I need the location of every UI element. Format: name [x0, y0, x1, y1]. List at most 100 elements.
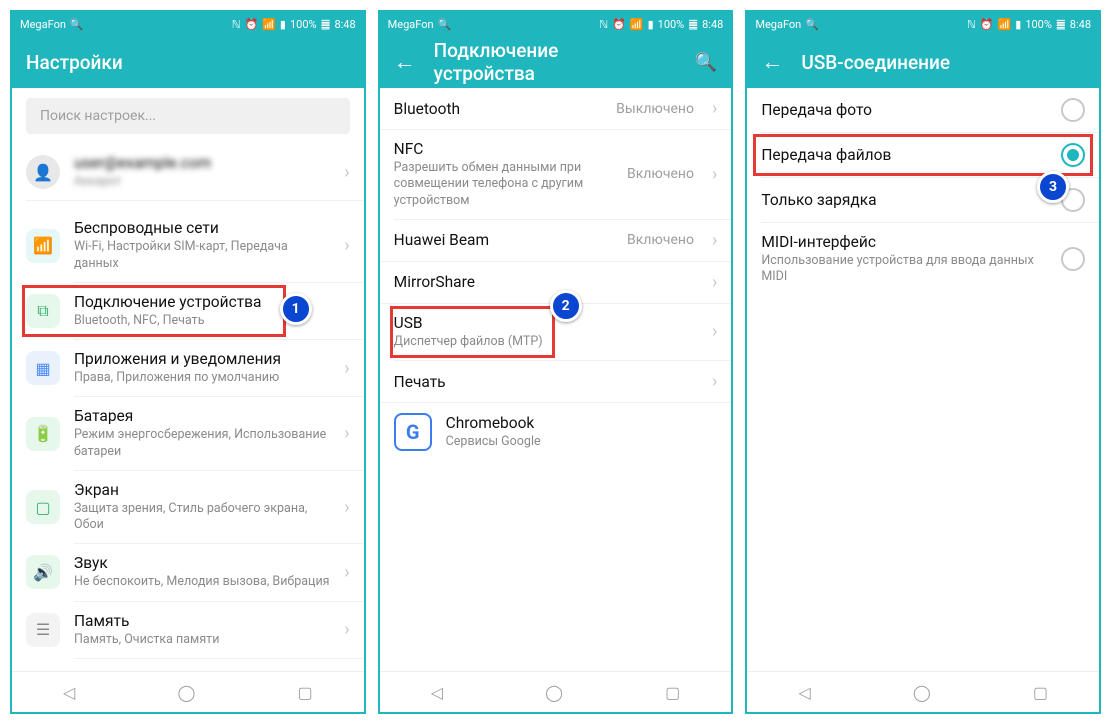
nav-recent-icon[interactable]: ▢ [1033, 683, 1048, 702]
chevron-right-icon: › [712, 164, 717, 185]
settings-item-apps[interactable]: ▦ Приложения и уведомления Права, Прилож… [12, 340, 364, 396]
back-icon[interactable]: ← [394, 49, 416, 75]
battery-label: 100% [658, 18, 685, 31]
item-title: Экран [74, 481, 330, 499]
chevron-right-icon: › [712, 371, 717, 392]
device-icon: ⧉ [26, 294, 60, 328]
callout-1: 1 [280, 293, 312, 325]
signal-icon: ▮ [280, 18, 286, 31]
nav-home-icon[interactable]: ◯ [913, 683, 931, 702]
settings-item-security[interactable]: 🛡 Безопасность и конфиденциальность Датч… [12, 659, 364, 671]
item-title: USB [394, 314, 698, 332]
nav-home-icon[interactable]: ◯ [545, 683, 563, 702]
settings-item-wireless[interactable]: 📶 Беспроводные сети Wi-Fi, Настройки SIM… [12, 209, 364, 282]
item-sub: Права, Приложения по умолчанию [74, 370, 330, 386]
row-huawei-beam[interactable]: Huawei Beam Включено › [380, 220, 732, 261]
search-input[interactable]: Поиск настроек... [26, 98, 350, 134]
clock-label: 8:48 [334, 18, 355, 31]
battery-icon: ䷀ [688, 18, 698, 31]
item-title: Безопасность и конфиденциальность [74, 669, 330, 671]
radio-icon[interactable] [1061, 98, 1085, 122]
page-title: Настройки [26, 51, 123, 74]
carrier-label: MegaFon [388, 18, 434, 31]
settings-item-battery[interactable]: 🔋 Батарея Режим энергосбережения, Исполь… [12, 397, 364, 470]
usb-options: Передача фото Передача файлов 3 Только з… [747, 88, 1099, 671]
chevron-right-icon: › [344, 162, 349, 183]
settings-item-display[interactable]: ▢ Экран Защита зрения, Стиль рабочего эк… [12, 471, 364, 544]
battery-icon: ䷀ [321, 18, 331, 31]
wifi-icon: 📶 [998, 18, 1012, 31]
wifi-icon: 📶 [26, 229, 60, 263]
settings-item-sound[interactable]: 🔊 Звук Не беспокоить, Мелодия вызова, Ви… [12, 544, 364, 600]
battery-label: 100% [1025, 18, 1052, 31]
option-photo-transfer[interactable]: Передача фото [747, 88, 1099, 132]
chevron-right-icon: › [712, 321, 717, 342]
search-icon: 🔍 [70, 18, 84, 31]
battery-icon: ䷀ [1056, 18, 1066, 31]
nav-recent-icon[interactable]: ▢ [297, 683, 312, 702]
connection-list: Bluetooth Выключено › NFC Разрешить обме… [380, 88, 732, 671]
alarm-icon: ⏰ [980, 18, 994, 31]
screen-usb-connection: MegaFon🔍 ℕ⏰📶▮100%䷀8:48 ← USB-соединение … [745, 10, 1101, 714]
option-midi[interactable]: MIDI-интерфейс Использование устройства … [747, 223, 1099, 296]
nav-home-icon[interactable]: ◯ [177, 683, 195, 702]
app-bar: ← Подключение устройства 🔍 [380, 36, 732, 88]
radio-icon-selected[interactable] [1061, 143, 1085, 167]
item-sub: Разрешить обмен данными при совмещении т… [394, 160, 613, 209]
nav-recent-icon[interactable]: ▢ [665, 683, 680, 702]
avatar-icon: 👤 [26, 155, 60, 189]
nfc-icon: ℕ [967, 18, 976, 31]
chevron-right-icon: › [344, 423, 349, 444]
profile-row[interactable]: 👤 user@example.com Аккаунт › [12, 144, 364, 200]
profile-sub: Аккаунт [74, 174, 330, 190]
chevron-right-icon: › [344, 562, 349, 583]
row-print[interactable]: Печать › [380, 361, 732, 402]
nfc-icon: ℕ [232, 18, 241, 31]
back-icon[interactable]: ← [761, 49, 783, 75]
item-sub: Сервисы Google [446, 434, 718, 450]
item-title: Батарея [74, 407, 330, 425]
screen-device-connection: MegaFon🔍 ℕ⏰📶▮100%䷀8:48 ← Подключение уст… [378, 10, 734, 714]
display-icon: ▢ [26, 490, 60, 524]
signal-icon: ▮ [1015, 18, 1021, 31]
row-nfc[interactable]: NFC Разрешить обмен данными при совмещен… [380, 130, 732, 219]
option-sub: Использование устройства для ввода данны… [761, 253, 1047, 286]
radio-icon[interactable] [1061, 247, 1085, 271]
item-title: Bluetooth [394, 100, 602, 118]
row-chromebook[interactable]: G Chromebook Сервисы Google [380, 403, 732, 461]
alarm-icon: ⏰ [245, 18, 259, 31]
storage-icon: ☰ [26, 613, 60, 647]
chevron-right-icon: › [344, 235, 349, 256]
profile-title: user@example.com [74, 154, 330, 172]
carrier-label: MegaFon [20, 18, 66, 31]
item-title: Печать [394, 373, 698, 391]
callout-2: 2 [550, 290, 582, 322]
option-label: Передача фото [761, 101, 1047, 119]
item-title: Беспроводные сети [74, 219, 330, 237]
screen-settings: MegaFon 🔍 ℕ ⏰ 📶 ▮ 100% ䷀ 8:48 Настройки … [10, 10, 366, 714]
sound-icon: 🔊 [26, 555, 60, 589]
option-label: MIDI-интерфейс [761, 233, 1047, 251]
search-icon: 🔍 [805, 18, 819, 31]
item-sub: Диспетчер файлов (MTP) [394, 334, 698, 350]
row-bluetooth[interactable]: Bluetooth Выключено › [380, 88, 732, 129]
nav-back-icon[interactable]: ◁ [63, 683, 75, 702]
search-icon[interactable]: 🔍 [695, 52, 717, 73]
chevron-right-icon: › [344, 497, 349, 518]
signal-icon: ▮ [648, 18, 654, 31]
app-bar: ← USB-соединение [747, 36, 1099, 88]
apps-icon: ▦ [26, 351, 60, 385]
chevron-right-icon: › [344, 358, 349, 379]
option-file-transfer[interactable]: Передача файлов [747, 133, 1099, 177]
nav-bar: ◁ ◯ ▢ [12, 671, 364, 712]
settings-item-storage[interactable]: ☰ Память Память, Очистка памяти › [12, 602, 364, 658]
item-title: Приложения и уведомления [74, 350, 330, 368]
app-bar: Настройки [12, 36, 364, 88]
nav-bar: ◁ ◯ ▢ [380, 671, 732, 712]
wifi-icon: 📶 [262, 18, 276, 31]
search-placeholder: Поиск настроек... [40, 108, 156, 124]
item-sub: Wi-Fi, Настройки SIM-карт, Передача данн… [74, 239, 330, 272]
nav-back-icon[interactable]: ◁ [431, 683, 443, 702]
nav-back-icon[interactable]: ◁ [798, 683, 810, 702]
item-title: Chromebook [446, 414, 718, 432]
